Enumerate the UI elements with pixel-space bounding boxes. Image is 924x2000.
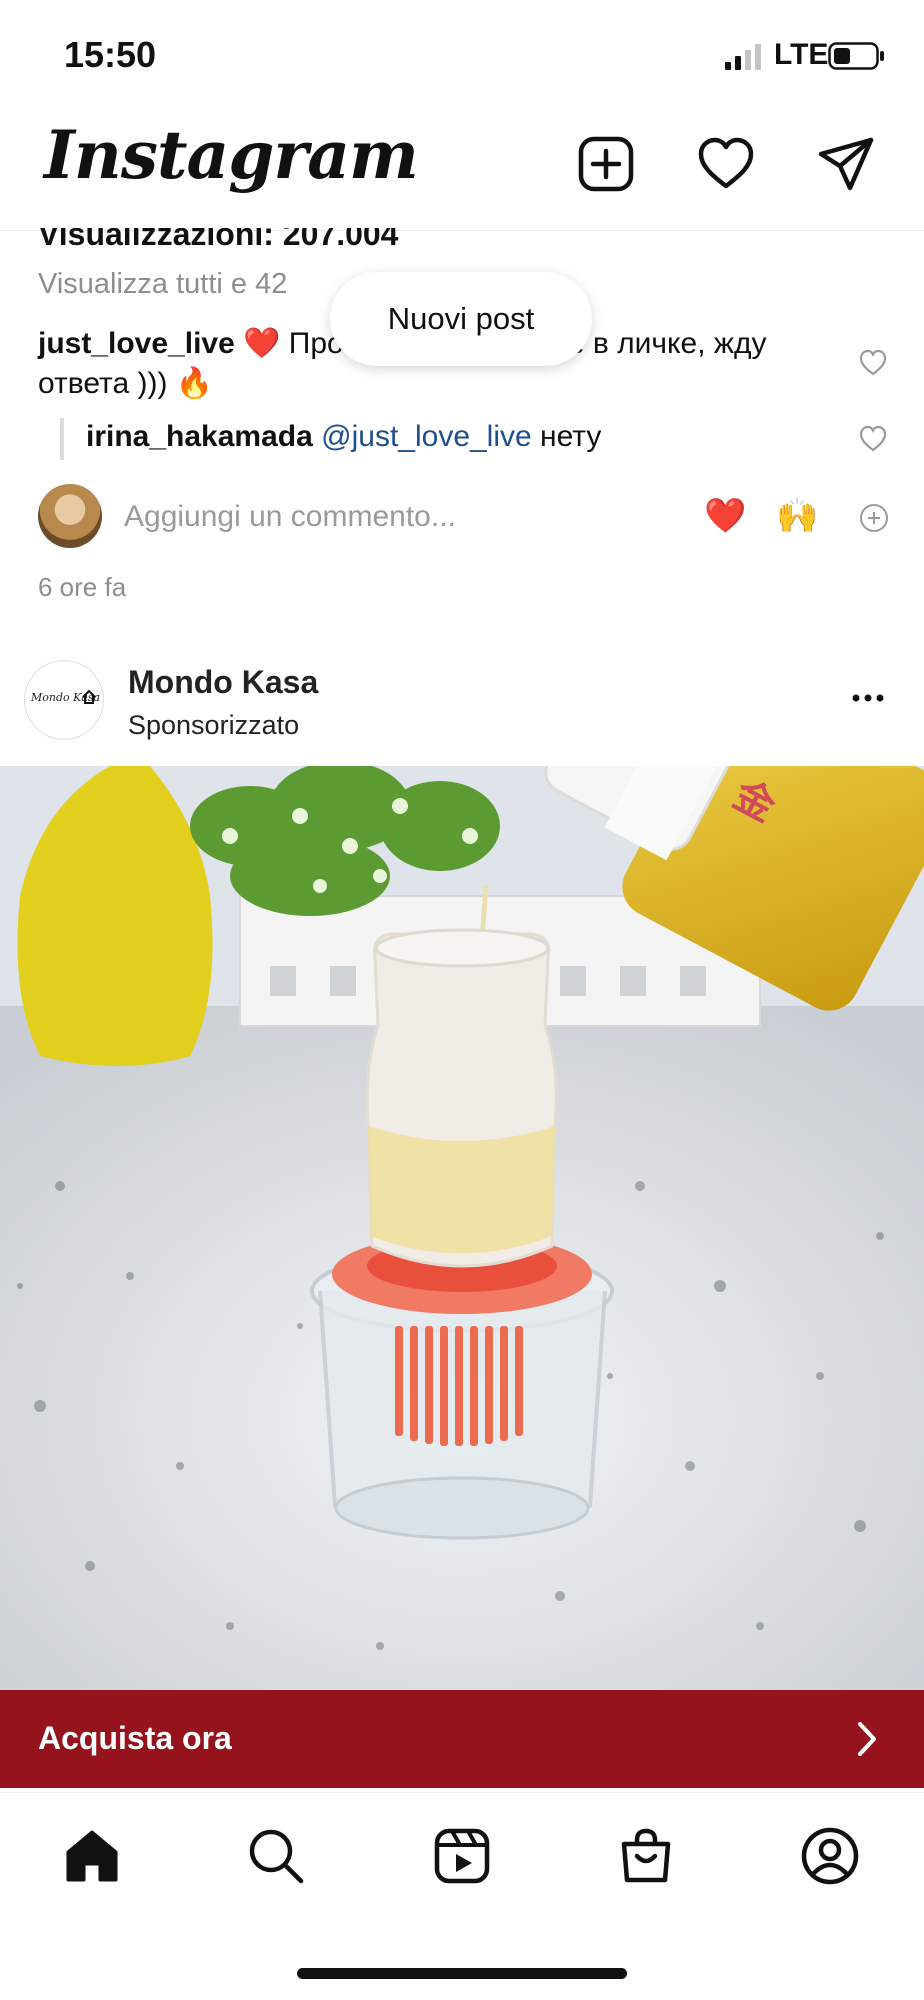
battery-icon [828, 42, 884, 70]
reply-username[interactable]: irina_hakamada [86, 420, 313, 453]
cta-label: Acquista ora [38, 1720, 232, 1756]
post-timestamp: 6 ore fa [38, 572, 127, 602]
shop-icon[interactable] [616, 1826, 676, 1886]
home-indicator[interactable] [297, 1968, 627, 1979]
quick-emoji-heart[interactable]: ❤️ [704, 496, 746, 536]
reply-like-icon[interactable] [858, 424, 888, 454]
nav-divider [0, 1792, 924, 1793]
views-count: Visualizzazioni: 207.004 [38, 216, 399, 252]
chevron-right-icon [858, 1722, 876, 1756]
new-post-icon[interactable] [576, 134, 636, 194]
carrier-label: LTE [774, 38, 829, 71]
profile-icon[interactable] [800, 1826, 860, 1886]
user-avatar [38, 484, 102, 548]
post-media[interactable]: 金 [0, 766, 924, 1690]
paper-plane-icon[interactable] [816, 134, 876, 194]
add-reaction-icon[interactable] [858, 502, 890, 534]
comment-like-icon[interactable] [858, 348, 888, 378]
status-time: 15:50 [64, 34, 157, 75]
view-all-comments-link[interactable]: Visualizza tutti e 42 [38, 268, 287, 301]
heart-icon[interactable] [696, 134, 756, 194]
house-icon [82, 689, 96, 704]
reply-mention[interactable]: @just_love_live [321, 420, 532, 453]
comment-username[interactable]: just_love_live [38, 327, 235, 360]
post-media-illustration: 金 [0, 766, 924, 1690]
quick-emoji-raised-hands[interactable]: 🙌 [776, 496, 818, 536]
brand-avatar[interactable]: Mondo Kasa [24, 660, 104, 740]
reply-thread-line [60, 418, 64, 460]
signal-icon [725, 44, 761, 70]
reply-item: irina_hakamada @just_love_live нету [86, 420, 601, 454]
home-icon[interactable] [62, 1826, 122, 1886]
add-comment-input[interactable]: Aggiungi un commento... [124, 500, 456, 534]
search-icon[interactable] [246, 1826, 306, 1886]
more-options-icon[interactable] [848, 686, 888, 710]
reels-icon[interactable] [432, 1826, 492, 1886]
sponsor-account-name[interactable]: Mondo Kasa [128, 664, 318, 701]
shop-now-button[interactable]: Acquista ora [0, 1690, 924, 1788]
reply-text: нету [531, 420, 602, 453]
instagram-logo[interactable]: Instagram [44, 116, 419, 194]
sponsored-label[interactable]: Sponsorizzato [128, 710, 299, 741]
new-posts-button[interactable]: Nuovi post [330, 272, 592, 366]
